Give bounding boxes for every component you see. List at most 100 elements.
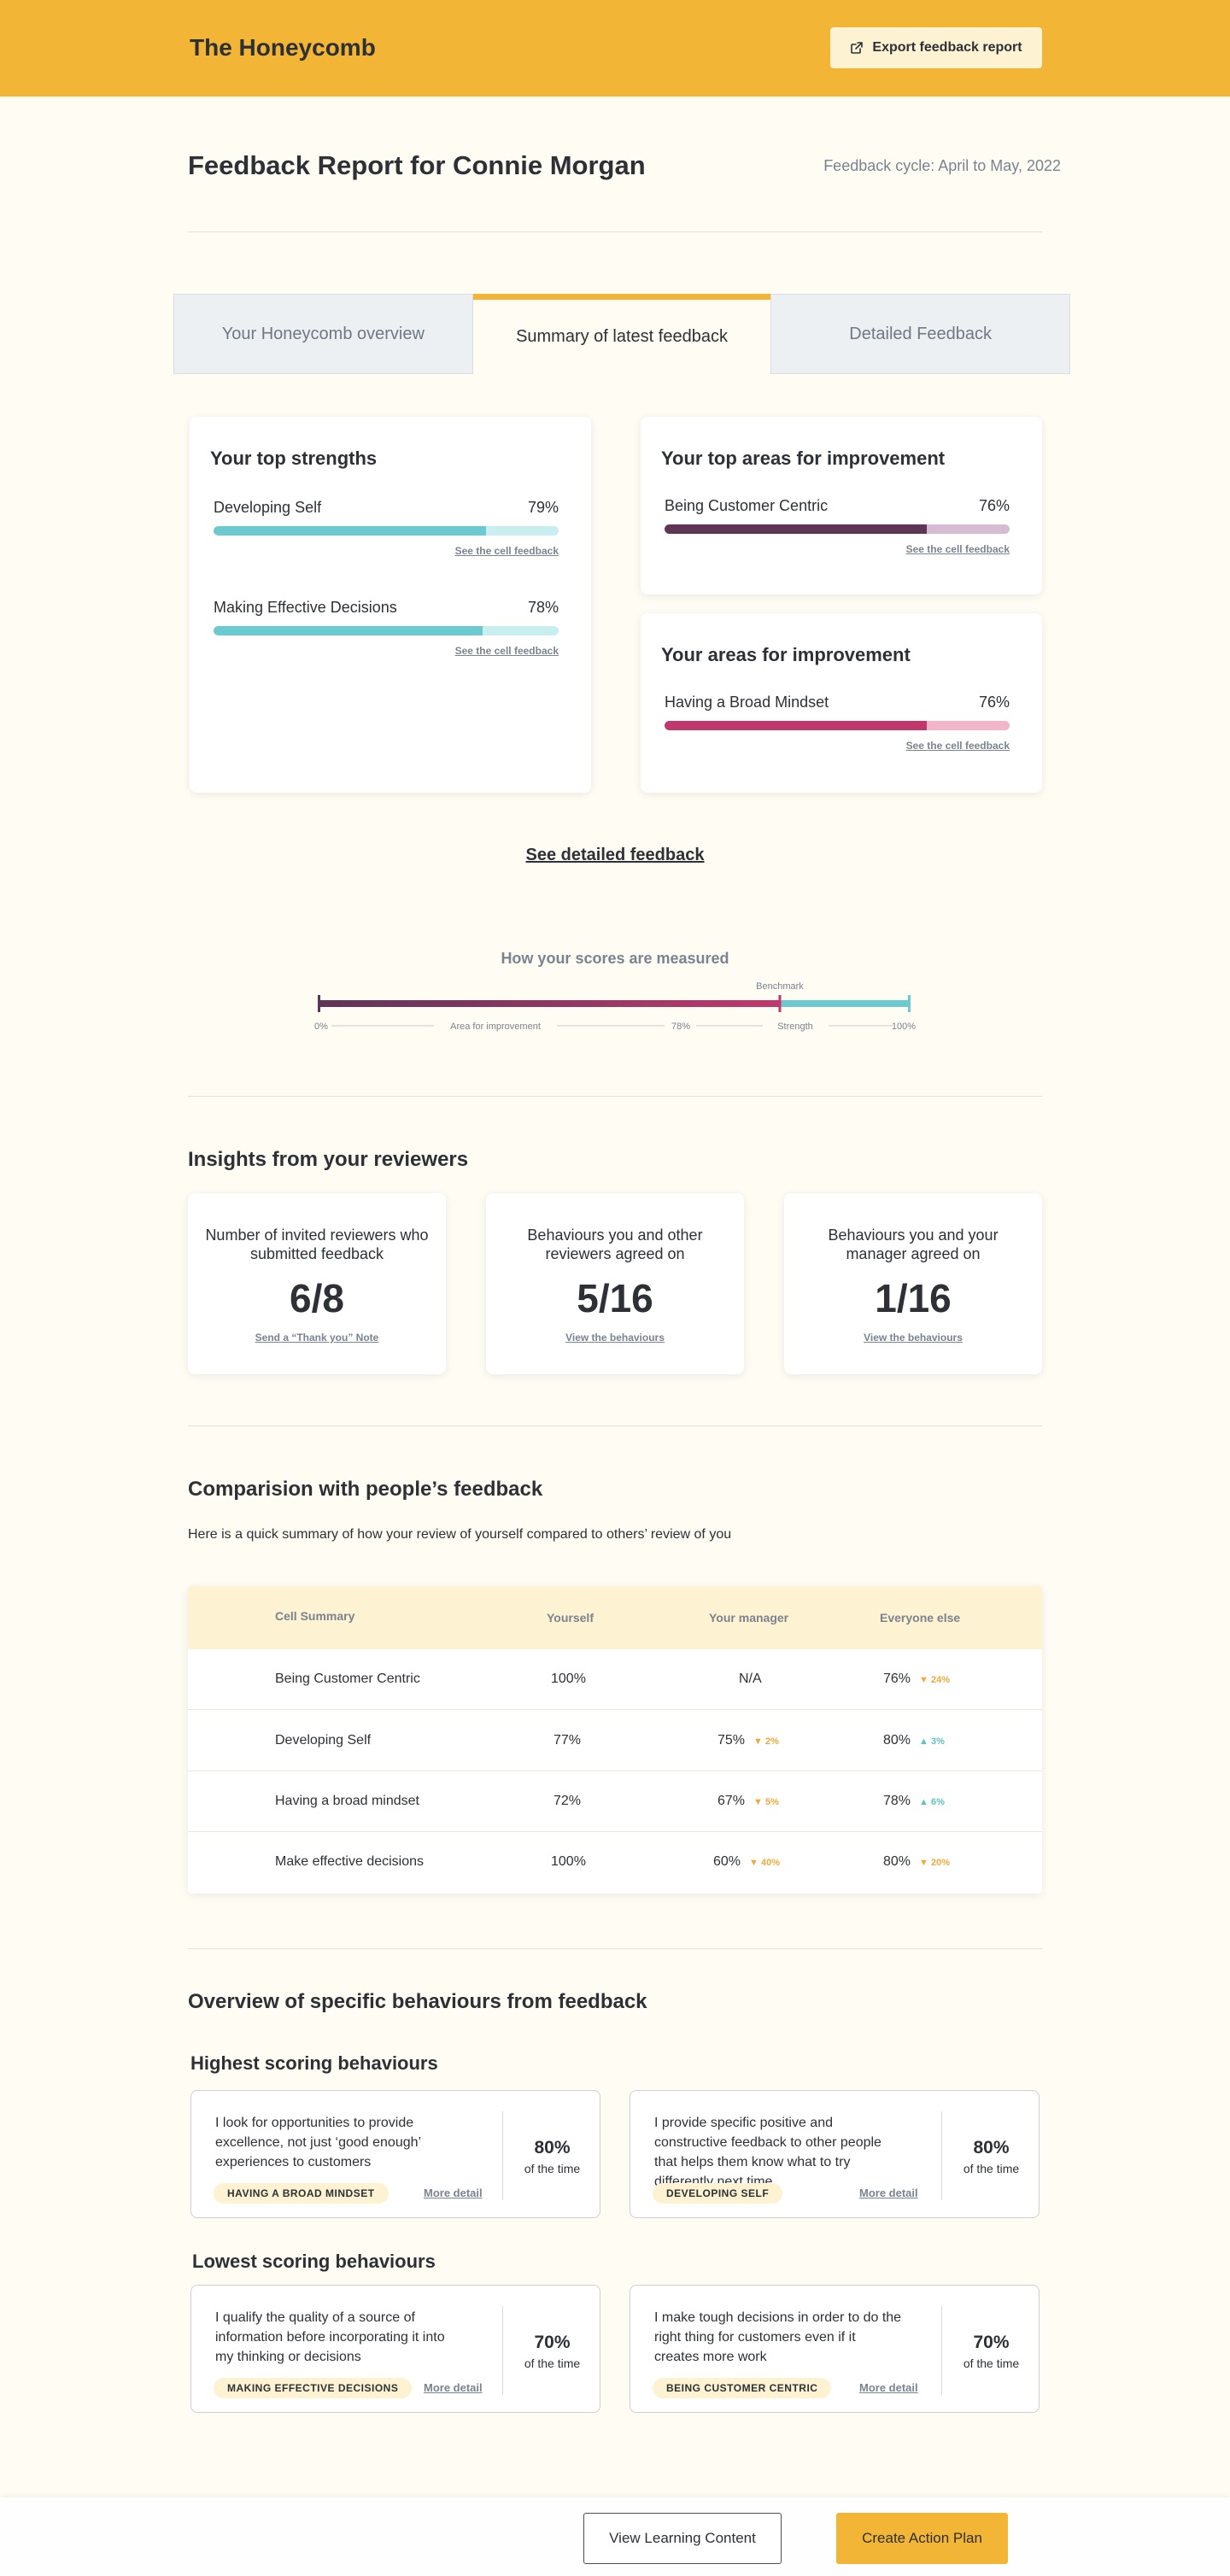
row-yourself: 77%: [554, 1733, 582, 1748]
improvement-progress-bar: [665, 721, 1010, 730]
export-report-label: Export feedback report: [872, 40, 1022, 55]
improvement-progress-bar: [665, 524, 1010, 534]
behaviour-text: I qualify the quality of a source of inf…: [215, 2310, 445, 2364]
tab-summary-latest-feedback[interactable]: Summary of latest feedback: [472, 294, 771, 374]
create-action-plan-button[interactable]: Create Action Plan: [836, 2513, 1008, 2564]
divider: [188, 1948, 1042, 1949]
insight-value: 1/16: [875, 1276, 952, 1320]
insight-label: Behaviours you and other reviewers agree…: [527, 1227, 703, 1262]
row-cell-name: Developing Self: [275, 1733, 372, 1748]
see-cell-feedback-link[interactable]: See the cell feedback: [906, 740, 1010, 752]
manager-value: 60%: [713, 1854, 741, 1869]
strength-progress-fill: [214, 626, 483, 635]
insight-card: Behaviours you and other reviewers agree…: [486, 1193, 744, 1374]
comparison-table: Cell Summary Yourself Your manager Every…: [188, 1586, 1042, 1894]
scale-title: How your scores are measured: [501, 950, 729, 967]
improvement-progress-fill: [665, 524, 928, 534]
view-learning-content-button[interactable]: View Learning Content: [583, 2513, 782, 2564]
row-yourself: 72%: [554, 1794, 582, 1808]
footer-action-bar: View Learning Content Create Action Plan: [0, 2497, 1230, 2576]
tab-detailed-feedback[interactable]: Detailed Feedback: [770, 294, 1071, 374]
comparison-heading: Comparision with people’s feedback: [188, 1478, 543, 1501]
strength-name: Developing Self: [214, 499, 322, 516]
report-tabs: Your Honeycomb overview Summary of lates…: [173, 294, 1071, 374]
insights-heading: Insights from your reviewers: [188, 1148, 469, 1171]
view-behaviours-link[interactable]: View the behaviours: [784, 1332, 1042, 1344]
improvement-heading: Your areas for improvement: [661, 644, 911, 665]
behaviour-text: I look for opportunities to provide exce…: [215, 2116, 421, 2169]
row-everyone: 80% ▼ 20%: [883, 1854, 950, 1870]
export-report-button[interactable]: Export feedback report: [830, 27, 1042, 68]
manager-delta: ▼ 2%: [753, 1736, 779, 1747]
table-header: Cell Summary Yourself Your manager Every…: [188, 1586, 1042, 1649]
behaviour-cell-tag: HAVING A BROAD MINDSET: [214, 2183, 389, 2204]
strength-progress-fill: [214, 526, 487, 536]
behaviour-card: I qualify the quality of a source of inf…: [190, 2285, 600, 2413]
lowest-behaviours-heading: Lowest scoring behaviours: [192, 2251, 436, 2272]
column-header-cell-summary: Cell Summary: [275, 1609, 355, 1623]
send-thank-you-link[interactable]: Send a “Thank you” Note: [188, 1332, 446, 1344]
everyone-value: 78%: [883, 1794, 911, 1808]
table-row: Being Customer Centric 100% N/A 76% ▼ 24%: [188, 1649, 1042, 1710]
divider: [188, 231, 1042, 232]
behaviour-percent-caption: of the time: [963, 2356, 1020, 2370]
more-detail-link[interactable]: More detail: [424, 2381, 483, 2394]
behaviours-heading: Overview of specific behaviours from fee…: [188, 1990, 647, 2013]
improvement-percent: 76%: [978, 694, 1010, 711]
behaviour-text: I provide specific positive and construc…: [654, 2116, 882, 2189]
table-row: Having a broad mindset 72% 67% ▼ 5% 78% ▲ …: [188, 1771, 1042, 1832]
everyone-delta: ▼ 24%: [919, 1675, 950, 1685]
behaviour-card: I provide specific positive and construc…: [630, 2090, 1040, 2218]
row-manager: 75% ▼ 2%: [718, 1733, 779, 1748]
top-improvement-heading: Your top areas for improvement: [661, 448, 946, 469]
row-manager: N/A: [739, 1671, 770, 1687]
row-yourself: 100%: [551, 1854, 586, 1869]
row-everyone: 80% ▲ 3%: [883, 1733, 945, 1748]
scale-start-label: 0%: [314, 1022, 328, 1032]
scale-area-label: Area for improvement: [450, 1022, 541, 1032]
scale-improvement-segment: [319, 1000, 780, 1007]
tab-honeycomb-overview[interactable]: Your Honeycomb overview: [173, 294, 473, 374]
see-detailed-feedback-link[interactable]: See detailed feedback: [0, 846, 1230, 865]
see-cell-feedback-link[interactable]: See the cell feedback: [455, 645, 559, 657]
top-strengths-card: Your top strengths Developing Self 79% S…: [190, 417, 591, 793]
strength-progress-bar: [214, 526, 559, 536]
more-detail-link[interactable]: More detail: [859, 2187, 918, 2199]
insight-card: Behaviours you and your manager agreed o…: [784, 1193, 1042, 1374]
brand-logo-text[interactable]: The Honeycomb: [190, 34, 376, 61]
page-title: Feedback Report for Connie Morgan: [188, 150, 646, 180]
behaviour-cell-tag: BEING CUSTOMER CENTRIC: [653, 2378, 832, 2398]
strength-progress-bar: [214, 626, 559, 635]
see-cell-feedback-link[interactable]: See the cell feedback: [906, 543, 1010, 555]
manager-delta: ▼ 5%: [753, 1797, 779, 1807]
manager-value: N/A: [739, 1671, 762, 1686]
everyone-delta: ▼ 20%: [919, 1858, 950, 1868]
manager-delta: ▼ 40%: [749, 1858, 780, 1868]
column-header-yourself: Yourself: [547, 1611, 594, 1625]
strength-percent: 79%: [527, 499, 559, 516]
behaviour-percent: 80%: [973, 2138, 1010, 2157]
manager-value: 75%: [718, 1733, 746, 1748]
more-detail-link[interactable]: More detail: [424, 2187, 483, 2199]
column-header-everyone: Everyone else: [880, 1611, 961, 1625]
score-scale: Benchmark 0% Area for improvement 78% St…: [314, 981, 916, 1032]
scale-end-label: 100%: [892, 1022, 916, 1032]
see-cell-feedback-link[interactable]: See the cell feedback: [455, 545, 559, 557]
everyone-delta: ▲ 6%: [919, 1797, 945, 1807]
more-detail-link[interactable]: More detail: [859, 2381, 918, 2394]
improvement-name: Having a Broad Mindset: [665, 694, 829, 711]
improvement-card: Your areas for improvement Having a Broa…: [641, 613, 1042, 793]
row-cell-name: Make effective decisions: [275, 1854, 425, 1869]
insight-value: 6/8: [290, 1276, 344, 1320]
external-link-icon: [851, 42, 864, 54]
behaviour-card: I make tough decisions in order to do th…: [630, 2285, 1040, 2413]
behaviour-cell-tag: DEVELOPING SELF: [653, 2183, 783, 2204]
insight-label: Behaviours you and your manager agreed o…: [828, 1227, 999, 1262]
column-header-manager: Your manager: [709, 1611, 789, 1625]
comparison-subtitle: Here is a quick summary of how your revi…: [188, 1527, 732, 1542]
top-improvement-card: Your top areas for improvement Being Cus…: [641, 417, 1042, 594]
insight-value: 5/16: [577, 1276, 653, 1320]
improvement-name: Being Customer Centric: [665, 497, 829, 514]
view-behaviours-link[interactable]: View the behaviours: [486, 1332, 744, 1344]
behaviour-card: I look for opportunities to provide exce…: [190, 2090, 600, 2218]
